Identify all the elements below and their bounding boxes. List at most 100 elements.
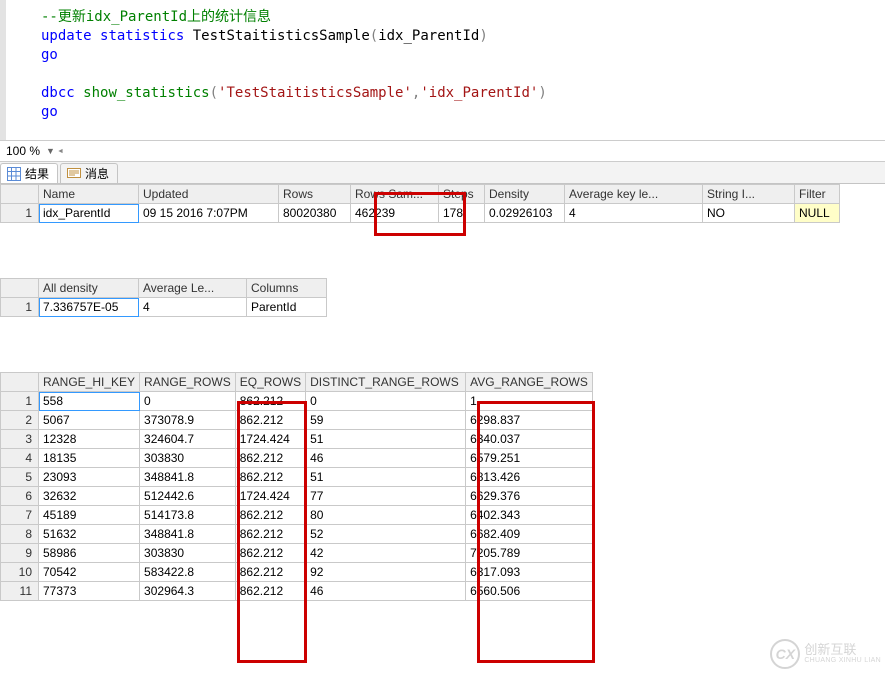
cell[interactable]: 4	[565, 204, 703, 223]
cell[interactable]: 7.336757E-05	[39, 298, 139, 317]
cell[interactable]: 6579.251	[466, 449, 593, 468]
row-number[interactable]: 10	[1, 563, 39, 582]
cell[interactable]: 52	[306, 525, 466, 544]
cell[interactable]: 348841.8	[140, 468, 236, 487]
row-number[interactable]: 1	[1, 392, 39, 411]
cell[interactable]: 59	[306, 411, 466, 430]
cell[interactable]: 558	[39, 392, 140, 411]
row-number[interactable]: 1	[1, 204, 39, 223]
cell[interactable]: 324604.7	[140, 430, 236, 449]
cell[interactable]: 0	[140, 392, 236, 411]
tab-messages[interactable]: 消息	[60, 163, 118, 183]
cell[interactable]: 5067	[39, 411, 140, 430]
cell[interactable]: 862.212	[235, 468, 305, 487]
cell[interactable]: 12328	[39, 430, 140, 449]
cell[interactable]: 51	[306, 468, 466, 487]
cell[interactable]: 77373	[39, 582, 140, 601]
cell[interactable]: 70542	[39, 563, 140, 582]
cell[interactable]: 862.212	[235, 392, 305, 411]
cell[interactable]: 51632	[39, 525, 140, 544]
cell[interactable]: 862.212	[235, 411, 305, 430]
cell[interactable]: 80	[306, 506, 466, 525]
cell[interactable]: NO	[703, 204, 795, 223]
row-number[interactable]: 2	[1, 411, 39, 430]
cell[interactable]: 45189	[39, 506, 140, 525]
cell[interactable]: 6629.376	[466, 487, 593, 506]
result-grid-1[interactable]: NameUpdatedRowsRows Sam...StepsDensityAv…	[0, 184, 885, 223]
cell[interactable]: 46	[306, 582, 466, 601]
cell[interactable]: 348841.8	[140, 525, 236, 544]
column-header[interactable]: AVG_RANGE_ROWS	[466, 373, 593, 392]
row-number[interactable]: 8	[1, 525, 39, 544]
cell[interactable]: 6682.409	[466, 525, 593, 544]
column-header[interactable]: Rows	[279, 185, 351, 204]
chevron-down-icon[interactable]: ▼	[46, 146, 55, 156]
cell[interactable]: 32632	[39, 487, 140, 506]
cell[interactable]: 1	[466, 392, 593, 411]
cell[interactable]: 512442.6	[140, 487, 236, 506]
cell[interactable]: ParentId	[247, 298, 327, 317]
column-header[interactable]: Filter	[795, 185, 840, 204]
column-header[interactable]: RANGE_HI_KEY	[39, 373, 140, 392]
cell[interactable]: 46	[306, 449, 466, 468]
cell[interactable]: 0	[306, 392, 466, 411]
cell[interactable]: 58986	[39, 544, 140, 563]
cell[interactable]: 862.212	[235, 525, 305, 544]
column-header[interactable]: Average key le...	[565, 185, 703, 204]
cell[interactable]: 7205.789	[466, 544, 593, 563]
cell[interactable]: 1724.424	[235, 430, 305, 449]
cell[interactable]: 6317.093	[466, 563, 593, 582]
cell[interactable]: 462239	[351, 204, 439, 223]
cell[interactable]: 4	[139, 298, 247, 317]
column-header[interactable]: Density	[485, 185, 565, 204]
column-header[interactable]: DISTINCT_RANGE_ROWS	[306, 373, 466, 392]
row-number[interactable]: 7	[1, 506, 39, 525]
column-header[interactable]: RANGE_ROWS	[140, 373, 236, 392]
cell[interactable]: 18135	[39, 449, 140, 468]
cell[interactable]: 77	[306, 487, 466, 506]
cell[interactable]: NULL	[795, 204, 840, 223]
row-number[interactable]: 3	[1, 430, 39, 449]
cell[interactable]: 1724.424	[235, 487, 305, 506]
cell[interactable]: 178	[439, 204, 485, 223]
column-header[interactable]: Average Le...	[139, 279, 247, 298]
column-header[interactable]: Updated	[139, 185, 279, 204]
cell[interactable]: idx_ParentId	[39, 204, 139, 223]
cell[interactable]: 303830	[140, 544, 236, 563]
cell[interactable]: 373078.9	[140, 411, 236, 430]
cell[interactable]: 23093	[39, 468, 140, 487]
cell[interactable]: 514173.8	[140, 506, 236, 525]
cell[interactable]: 6402.343	[466, 506, 593, 525]
sql-editor[interactable]: --更新idx_ParentId上的统计信息update statistics …	[0, 0, 885, 140]
cell[interactable]: 6560.506	[466, 582, 593, 601]
cell[interactable]: 6813.426	[466, 468, 593, 487]
cell[interactable]: 862.212	[235, 544, 305, 563]
column-header[interactable]: Rows Sam...	[351, 185, 439, 204]
row-number[interactable]: 11	[1, 582, 39, 601]
row-number[interactable]: 6	[1, 487, 39, 506]
cell[interactable]: 42	[306, 544, 466, 563]
cell[interactable]: 0.02926103	[485, 204, 565, 223]
cell[interactable]: 862.212	[235, 506, 305, 525]
column-header[interactable]: Steps	[439, 185, 485, 204]
row-number[interactable]: 4	[1, 449, 39, 468]
column-header[interactable]: Columns	[247, 279, 327, 298]
row-number[interactable]: 5	[1, 468, 39, 487]
cell[interactable]: 80020380	[279, 204, 351, 223]
cell[interactable]: 51	[306, 430, 466, 449]
cell[interactable]: 6298.837	[466, 411, 593, 430]
column-header[interactable]: EQ_ROWS	[235, 373, 305, 392]
cell[interactable]: 583422.8	[140, 563, 236, 582]
cell[interactable]: 862.212	[235, 582, 305, 601]
cell[interactable]: 862.212	[235, 449, 305, 468]
zoom-bar[interactable]: 100 % ▼ ◄	[0, 140, 885, 162]
column-header[interactable]: Name	[39, 185, 139, 204]
result-grid-2[interactable]: All densityAverage Le...Columns 17.336757…	[0, 278, 885, 317]
cell[interactable]: 09 15 2016 7:07PM	[139, 204, 279, 223]
cell[interactable]: 302964.3	[140, 582, 236, 601]
row-number[interactable]: 1	[1, 298, 39, 317]
column-header[interactable]: All density	[39, 279, 139, 298]
cell[interactable]: 6340.037	[466, 430, 593, 449]
cell[interactable]: 303830	[140, 449, 236, 468]
row-number[interactable]: 9	[1, 544, 39, 563]
